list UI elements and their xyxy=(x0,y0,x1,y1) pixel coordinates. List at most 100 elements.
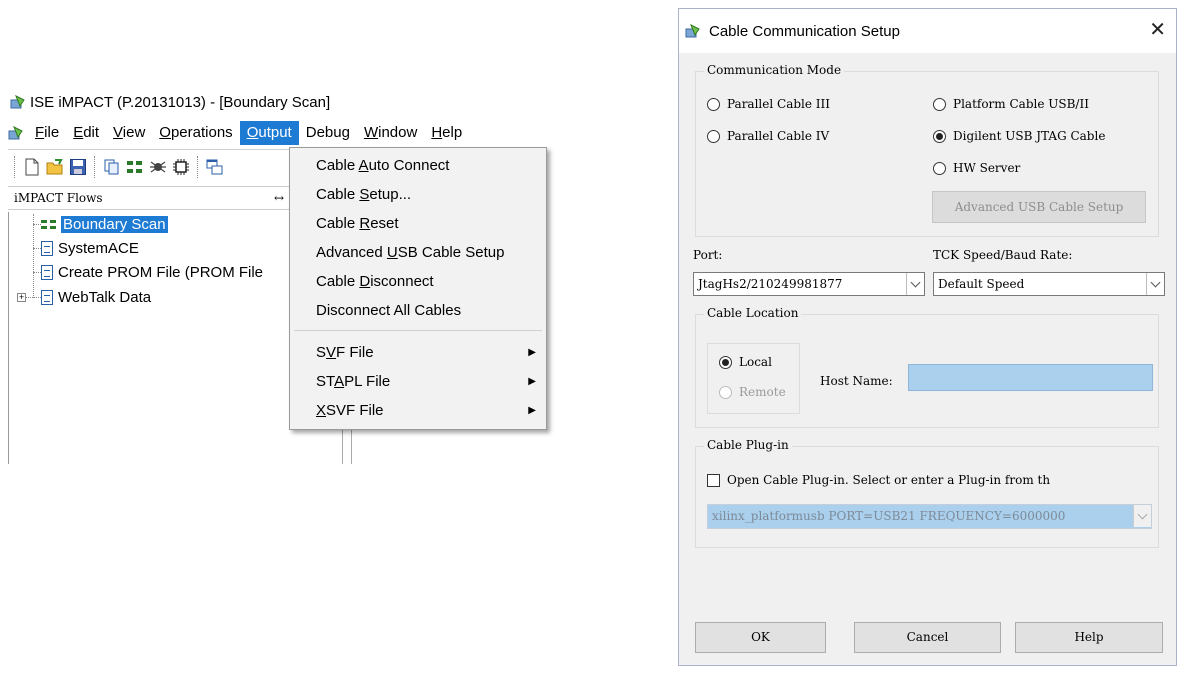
plugin-select[interactable]: xilinx_platformusb PORT=USB21 FREQUENCY=… xyxy=(707,504,1152,529)
radio-circle xyxy=(933,161,946,175)
open-folder-icon[interactable] xyxy=(46,158,64,176)
menu-output[interactable]: Output xyxy=(239,121,299,145)
output-menu-dropdown: Cable Auto Connect Cable Setup... Cable … xyxy=(289,147,547,430)
menu-item-cable-setup[interactable]: Cable Setup... xyxy=(316,182,536,208)
port-label: Port: xyxy=(693,248,723,262)
tree-item-boundary-scan[interactable]: Boundary Scan xyxy=(41,214,168,234)
new-file-icon[interactable] xyxy=(23,158,41,176)
document-icon xyxy=(41,264,53,280)
menu-item-cable-reset[interactable]: Cable Reset xyxy=(316,211,536,237)
host-name-label: Host Name: xyxy=(820,374,893,388)
main-window-title-text: ISE iMPACT (P.20131013) - [Boundary Scan… xyxy=(30,93,331,111)
menu-item-cable-auto-connect[interactable]: Cable Auto Connect xyxy=(316,153,536,179)
toolbar-grip xyxy=(14,155,16,178)
menu-bar: File Edit View Operations Output Debug W… xyxy=(8,120,608,146)
checkbox-box xyxy=(707,473,720,487)
tree-item-label: Create PROM File (PROM File xyxy=(58,263,264,281)
cable-setup-dialog: Cable Communication Setup ✕ Communicatio… xyxy=(678,8,1177,666)
cascade-icon[interactable] xyxy=(206,158,224,176)
menu-operations[interactable]: Operations xyxy=(152,121,239,145)
submenu-arrow-icon: ▶ xyxy=(528,376,536,387)
radio-platform-cable-usb[interactable]: Platform Cable USB/II xyxy=(933,97,1089,111)
menu-view[interactable]: View xyxy=(106,121,152,145)
save-icon[interactable] xyxy=(69,158,87,176)
impact-app-icon xyxy=(10,94,26,110)
flows-tree: Boundary Scan SystemACE Create PROM File… xyxy=(8,212,291,464)
submenu-arrow-icon: ▶ xyxy=(528,405,536,416)
dialog-titlebar: Cable Communication Setup ✕ xyxy=(679,9,1176,53)
radio-circle xyxy=(707,129,720,143)
flows-panel-title: iMPACT Flows xyxy=(14,191,103,205)
radio-parallel-cable-iii[interactable]: Parallel Cable III xyxy=(707,97,830,111)
tree-connector xyxy=(33,224,41,225)
dialog-title: Cable Communication Setup xyxy=(709,22,900,40)
advanced-usb-cable-setup-button[interactable]: Advanced USB Cable Setup xyxy=(932,191,1146,223)
radio-circle-selected xyxy=(719,355,732,369)
ok-button[interactable]: OK xyxy=(695,622,826,653)
menu-item-advanced-usb-cable-setup[interactable]: Advanced USB Cable Setup xyxy=(316,240,536,266)
boundary-scan-icon xyxy=(41,217,56,231)
radio-remote[interactable]: Remote xyxy=(719,385,786,399)
menu-item-xsvf-file[interactable]: XSVF File ▶ xyxy=(316,398,536,424)
tree-item-label: Boundary Scan xyxy=(61,215,168,233)
submenu-arrow-icon: ▶ xyxy=(528,347,536,358)
debug-icon[interactable] xyxy=(149,158,167,176)
chevron-down-icon[interactable] xyxy=(1146,273,1164,295)
panel-splitter[interactable] xyxy=(342,428,352,464)
group-legend: Cable Location xyxy=(704,306,802,320)
window-system-icon[interactable] xyxy=(8,125,24,141)
radio-parallel-cable-iv[interactable]: Parallel Cable IV xyxy=(707,129,829,143)
panel-resize-icon[interactable]: ↔ xyxy=(274,191,284,205)
chevron-down-icon[interactable] xyxy=(1133,505,1151,527)
tck-speed-select[interactable]: Default Speed xyxy=(933,272,1165,296)
chip-icon[interactable] xyxy=(172,158,190,176)
tree-connector xyxy=(33,272,41,273)
cancel-button[interactable]: Cancel xyxy=(854,622,1001,653)
tree-item-create-prom-file[interactable]: Create PROM File (PROM File xyxy=(41,262,263,282)
tree-connector xyxy=(33,248,41,249)
menu-help[interactable]: Help xyxy=(424,121,469,145)
communication-mode-group: Communication Mode Parallel Cable III Pa… xyxy=(695,63,1159,237)
impact-app-icon xyxy=(685,23,701,39)
radio-circle xyxy=(933,97,946,111)
copy-icon[interactable] xyxy=(103,158,121,176)
chevron-down-icon[interactable] xyxy=(906,273,924,295)
chain-icon[interactable] xyxy=(126,158,144,176)
group-legend: Cable Plug-in xyxy=(704,438,792,452)
main-window-title: ISE iMPACT (P.20131013) - [Boundary Scan… xyxy=(10,91,330,113)
menu-item-disconnect-all-cables[interactable]: Disconnect All Cables xyxy=(316,298,536,324)
flows-panel-header: iMPACT Flows ↔ xyxy=(8,186,290,210)
tree-item-label: SystemACE xyxy=(58,239,139,257)
menu-file[interactable]: File xyxy=(28,121,66,145)
radio-local[interactable]: Local xyxy=(719,355,772,369)
tree-item-label: WebTalk Data xyxy=(58,288,152,306)
menu-item-svf-file[interactable]: SVF File ▶ xyxy=(316,340,536,366)
tree-item-systemace[interactable]: SystemACE xyxy=(41,238,139,258)
menu-item-stapl-file[interactable]: STAPL File ▶ xyxy=(316,369,536,395)
document-icon xyxy=(41,240,53,256)
port-select[interactable]: JtagHs2/210249981877 xyxy=(693,272,925,296)
menu-window[interactable]: Window xyxy=(357,121,424,145)
help-button[interactable]: Help xyxy=(1015,622,1163,653)
toolbar-separator-2 xyxy=(197,155,199,178)
tree-connector xyxy=(33,214,34,298)
group-legend: Communication Mode xyxy=(704,63,845,77)
tck-speed-label: TCK Speed/Baud Rate: xyxy=(933,248,1073,262)
radio-digilent-usb-jtag[interactable]: Digilent USB JTAG Cable xyxy=(933,129,1105,143)
expand-icon[interactable]: + xyxy=(17,293,26,302)
close-icon[interactable]: ✕ xyxy=(1149,17,1166,43)
location-radio-box: Local Remote xyxy=(707,343,800,414)
radio-hw-server[interactable]: HW Server xyxy=(933,161,1020,175)
menu-debug[interactable]: Debug xyxy=(299,121,357,145)
radio-circle xyxy=(719,385,732,399)
cable-plugin-group: Cable Plug-in Open Cable Plug-in. Select… xyxy=(695,438,1159,548)
toolbar xyxy=(8,149,290,183)
radio-circle-selected xyxy=(933,129,946,143)
host-name-input[interactable] xyxy=(908,364,1153,391)
menu-edit[interactable]: Edit xyxy=(66,121,106,145)
menu-separator xyxy=(294,330,542,331)
menu-item-cable-disconnect[interactable]: Cable Disconnect xyxy=(316,269,536,295)
open-plugin-checkbox[interactable]: Open Cable Plug-in. Select or enter a Pl… xyxy=(707,473,1050,487)
tree-item-webtalk-data[interactable]: WebTalk Data xyxy=(41,287,151,307)
document-icon xyxy=(41,289,53,305)
